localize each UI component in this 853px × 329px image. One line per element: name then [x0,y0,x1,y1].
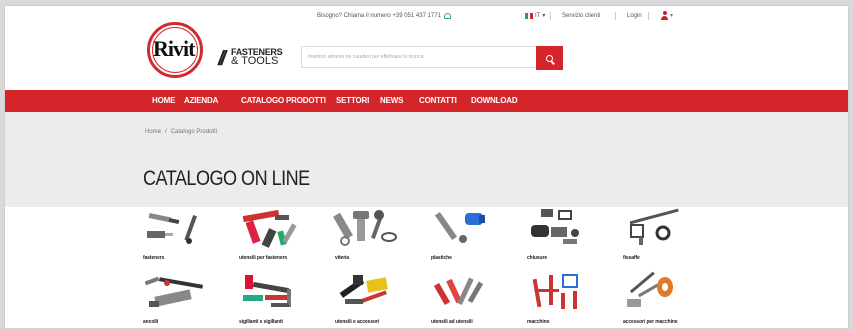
divider [615,12,616,20]
category-label: utensili e accessori [335,319,380,325]
nav-azienda[interactable]: AZIENDA [184,96,218,105]
category-screws[interactable]: viteria [331,207,411,265]
category-latches[interactable]: chiusure [523,207,603,265]
search-input[interactable]: Inserisci almeno tre caratteri per effet… [301,46,537,68]
nav-download[interactable]: DOWNLOAD [471,96,518,105]
machine-accessories-icon [627,271,673,307]
nav-settori[interactable]: SETTORI [336,96,369,105]
page-header-band: Home / Catalogo Prodotti CATALOGO ON LIN… [5,112,848,207]
category-tool-sets[interactable]: utensili ad utensili [427,271,507,328]
customer-service-link[interactable]: Servizio clienti [562,13,600,19]
category-label: utensili per fasteners [239,255,288,261]
category-machine-accessories[interactable]: accessori per macchine [619,271,699,328]
divider [648,12,649,20]
riveting-tools-icon [242,209,297,248]
search-placeholder: Inserisci almeno tre caratteri per effet… [308,54,424,60]
latches-icon [531,209,579,244]
language-code: IT [535,12,541,19]
user-icon [661,11,668,20]
category-plastics[interactable]: plastiche [427,207,507,265]
chevron-down-icon: ▾ [542,13,546,19]
nav-contatti[interactable]: CONTATTI [419,96,457,105]
fixing-icon [629,208,679,245]
browser-page: Bisogno? Chiama il numero +39 051 437 17… [4,5,849,329]
top-bar: Bisogno? Chiama il numero +39 051 437 17… [5,10,848,24]
phone-contact[interactable]: Bisogno? Chiama il numero +39 051 437 17… [317,13,451,19]
language-selector[interactable]: IT ▾ [525,12,545,19]
fasteners-icon [147,212,197,244]
category-label: viteria [335,255,350,261]
category-label: fasteners [143,255,165,261]
plastics-icon [434,211,485,243]
breadcrumb: Home / Catalogo Prodotti [145,129,217,135]
category-label: fissaffe [623,255,640,261]
category-label: utensili ad utensili [431,319,473,325]
logo-slash-mark: // [218,48,226,70]
logo-tagline: FASTENERS & TOOLS [231,48,283,67]
search-icon [546,54,553,62]
category-fasteners[interactable]: fasteners [139,207,219,265]
hand-tools-icon [339,275,388,304]
category-label: sigillanti e sigillanti [239,319,283,325]
breadcrumb-current: Catalogo Prodotti [170,129,218,135]
product-category-grid: fasteners utensili per fasteners viteria… [139,207,699,328]
login-link[interactable]: Login [627,13,642,19]
site-logo[interactable]: Rivit // FASTENERS & TOOLS [147,22,292,78]
italian-flag-icon [525,12,534,19]
category-label: ancolli [143,319,159,325]
breadcrumb-separator: / [165,129,167,135]
category-anchors[interactable]: ancolli [139,271,219,328]
nav-news[interactable]: NEWS [380,96,403,105]
phone-text: Bisogno? Chiama il numero +39 051 437 17… [317,13,441,19]
tool-set-icon [433,277,484,306]
category-machines[interactable]: macchine [523,271,603,328]
category-label: accessori per macchine [623,319,678,325]
category-hand-tools[interactable]: utensili e accessori [331,271,411,328]
divider [550,12,551,20]
user-menu[interactable]: ▾ [661,11,673,20]
breadcrumb-home[interactable]: Home [145,129,161,135]
logo-tagline-line2: & TOOLS [231,55,279,67]
category-sealants[interactable]: sigillanti e sigillanti [235,271,315,328]
category-label: chiusure [527,255,548,261]
chevron-down-icon: ▾ [670,13,674,19]
logo-brand-name: Rivit [153,36,195,61]
page-title: CATALOGO ON LINE [143,167,310,190]
category-riveting-tools[interactable]: utensili per fasteners [235,207,315,265]
nav-catalogo-prodotti[interactable]: CATALOGO PRODOTTI [241,96,326,105]
sealants-icon [243,275,291,307]
category-label: plastiche [431,255,452,261]
search-button[interactable] [536,46,563,70]
phone-icon [443,13,451,19]
category-label: macchine [527,319,550,325]
screws-icon [333,210,397,246]
anchors-icon [144,276,204,307]
machines-icon [532,274,578,309]
main-nav: HOME AZIENDA CATALOGO PRODOTTI SETTORI N… [5,90,848,112]
nav-home[interactable]: HOME [152,96,175,105]
category-fixing[interactable]: fissaffe [619,207,699,265]
